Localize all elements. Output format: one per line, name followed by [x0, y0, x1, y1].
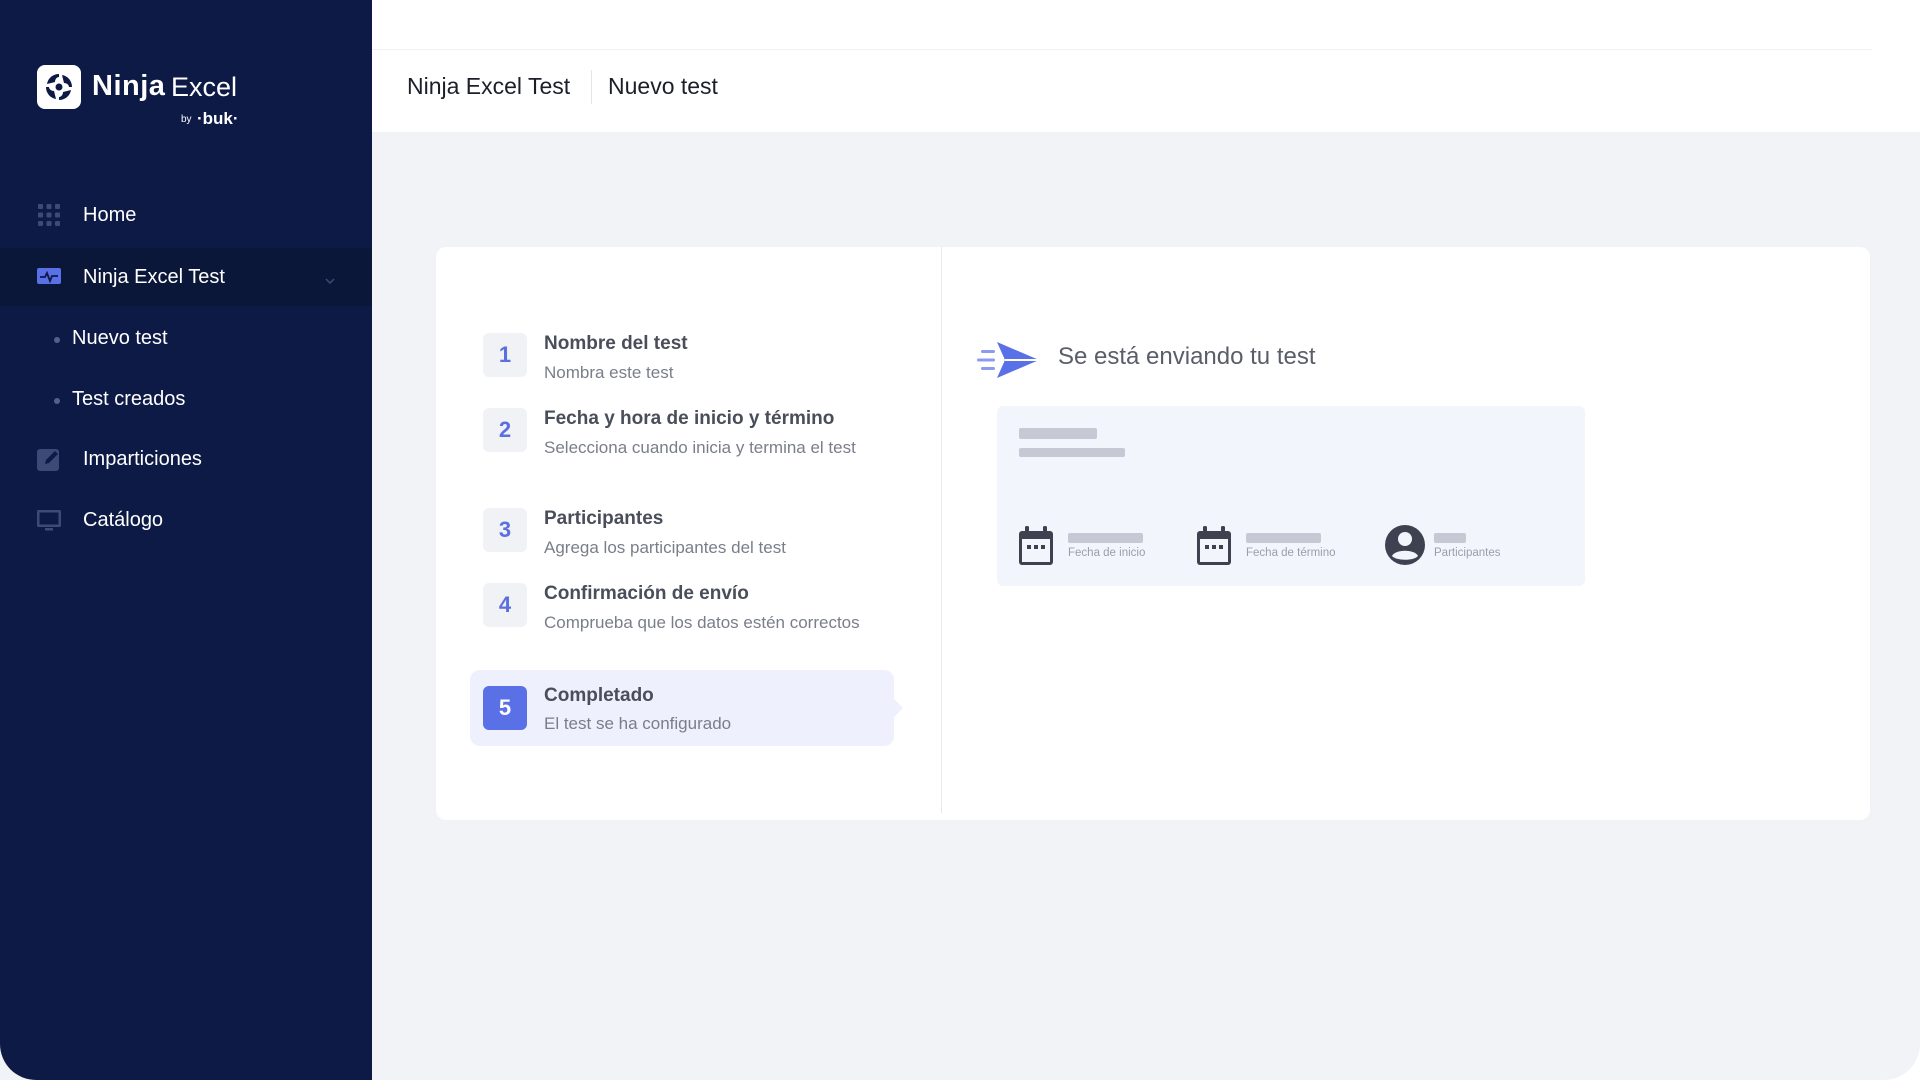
- sidebar-subitem-test-creados[interactable]: Test creados: [0, 376, 372, 426]
- step-number: 4: [483, 583, 527, 627]
- monitor-icon: [37, 508, 61, 532]
- step-title: Confirmación de envío: [544, 583, 749, 604]
- chevron-down-icon[interactable]: [324, 270, 336, 285]
- sidebar-subitem-label: Test creados: [72, 388, 186, 410]
- brand-logo[interactable]: Ninja Excel by ·buk·: [37, 65, 257, 135]
- sidebar-item-label: Ninja Excel Test: [83, 265, 225, 288]
- bullet-icon: [54, 337, 60, 343]
- sidebar-item-label: Catálogo: [83, 508, 164, 531]
- step-description: Selecciona cuando inicia y termina el te…: [544, 438, 856, 457]
- edit-icon: [37, 447, 61, 471]
- sidebar-subitem-nuevo-test[interactable]: Nuevo test: [0, 315, 372, 365]
- placeholder-line: [1434, 533, 1466, 543]
- test-summary-preview: Fecha de inicio Fecha de término Partici…: [997, 406, 1585, 586]
- step-description: Nombra este test: [544, 363, 674, 382]
- step-title: Participantes: [544, 508, 664, 529]
- brand-product: Excel: [171, 72, 238, 102]
- send-plane-icon: [977, 338, 1041, 387]
- active-step-pointer: [892, 697, 903, 719]
- top-bar: [372, 0, 1920, 132]
- step-number: 1: [483, 333, 527, 377]
- sending-status-title: Se está enviando tu test: [1058, 343, 1316, 370]
- app-frame: Ninja Excel by ·buk· Home Ninja Excel Te…: [0, 0, 1920, 1080]
- calendar-icon: [1018, 526, 1054, 571]
- wizard-step-4[interactable]: 4 Confirmación de envío Comprueba que lo…: [470, 583, 894, 663]
- placeholder-line: [1246, 533, 1321, 543]
- brand-by: by: [181, 114, 192, 125]
- brand-company: ·buk·: [197, 109, 239, 128]
- user-circle-icon: [1384, 524, 1426, 571]
- wizard-step-5[interactable]: 5 Completado El test se ha configurado: [470, 670, 894, 746]
- placeholder-line: [1019, 428, 1097, 439]
- grid-icon: [37, 203, 61, 227]
- breadcrumb-divider: [591, 70, 592, 104]
- step-number: 3: [483, 508, 527, 552]
- placeholder-line: [1019, 448, 1125, 457]
- page-title: Nuevo test: [608, 73, 718, 99]
- step-title: Completado: [544, 685, 654, 706]
- bullet-icon: [54, 398, 60, 404]
- calendar-icon: [1196, 526, 1232, 571]
- step-number: 5: [483, 686, 527, 730]
- sidebar-item-ninja-excel-test[interactable]: Ninja Excel Test: [0, 248, 372, 306]
- step-number: 2: [483, 408, 527, 452]
- breadcrumb-section[interactable]: Ninja Excel Test: [407, 73, 570, 100]
- sidebar-item-home[interactable]: Home: [0, 186, 372, 244]
- sidebar-item-catalogo[interactable]: Catálogo: [0, 491, 372, 549]
- step-title: Fecha y hora de inicio y término: [544, 408, 835, 429]
- start-date-label: Fecha de inicio: [1068, 547, 1146, 559]
- sidebar-item-label: Home: [83, 203, 137, 226]
- sidebar: Ninja Excel by ·buk· Home Ninja Excel Te…: [0, 0, 372, 1080]
- wizard-step-1[interactable]: 1 Nombre del test Nombra este test: [470, 333, 894, 393]
- sidebar-item-imparticiones[interactable]: Imparticiones: [0, 430, 372, 488]
- wizard-divider: [941, 247, 942, 813]
- ninja-logo-icon: [37, 65, 81, 109]
- step-description: El test se ha configurado: [544, 714, 732, 733]
- participants-label: Participantes: [1434, 547, 1501, 559]
- step-description: Comprueba que los datos estén correctos: [544, 613, 860, 632]
- step-description: Agrega los participantes del test: [544, 538, 786, 557]
- sidebar-item-label: Imparticiones: [83, 447, 202, 470]
- wizard-step-3[interactable]: 3 Participantes Agrega los participantes…: [470, 508, 894, 568]
- end-date-label: Fecha de término: [1246, 547, 1336, 559]
- brand-name: Ninja: [92, 70, 166, 102]
- activity-monitor-icon: [37, 265, 61, 289]
- step-title: Nombre del test: [544, 333, 688, 354]
- placeholder-line: [1068, 533, 1143, 543]
- wizard-step-2[interactable]: 2 Fecha y hora de inicio y término Selec…: [470, 408, 894, 488]
- divider: [372, 49, 1872, 50]
- sidebar-subitem-label: Nuevo test: [72, 327, 168, 349]
